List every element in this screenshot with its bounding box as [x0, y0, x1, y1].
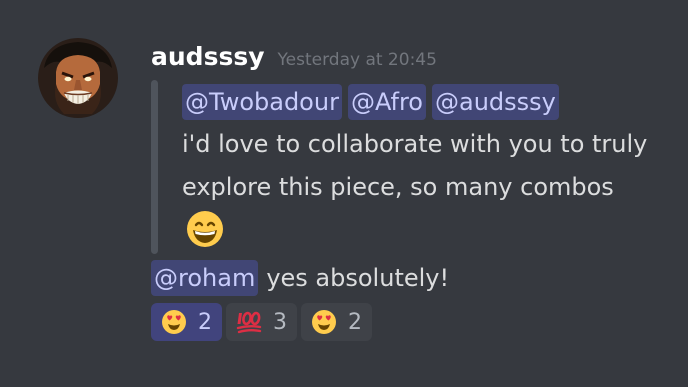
reaction-count: 3	[273, 309, 287, 335]
blockquote-bar	[151, 80, 158, 254]
blockquote: @Twobadour @Afro @audsssy i'd love to co…	[182, 80, 652, 254]
mention-list: @Twobadour @Afro @audsssy	[182, 80, 652, 123]
mention-audsssy[interactable]: @audsssy	[431, 83, 559, 120]
quote-text-block: i'd love to collaborate with you to trul…	[182, 123, 652, 254]
reaction-heart-eyes-1[interactable]: 2	[151, 303, 222, 341]
message-header: audsssy Yesterday at 20:45	[151, 42, 437, 78]
mention-roham[interactable]: @roham	[151, 259, 259, 296]
user-avatar[interactable]	[38, 38, 118, 118]
timestamp[interactable]: Yesterday at 20:45	[278, 50, 437, 70]
quote-text: i'd love to collaborate with you to trul…	[182, 130, 648, 201]
mention-twobadour[interactable]: @Twobadour	[182, 83, 342, 120]
reaction-hundred[interactable]: 3	[226, 303, 297, 341]
grinning-face-emoji-icon[interactable]	[185, 209, 225, 249]
reply-text: yes absolutely!	[266, 263, 450, 292]
chat-message: audsssy Yesterday at 20:45 @Twobadour @A…	[0, 0, 688, 387]
mention-afro[interactable]: @Afro	[347, 83, 426, 120]
reply-line: @roham yes absolutely!	[151, 256, 449, 299]
username[interactable]: audsssy	[151, 42, 265, 71]
avatar-image	[38, 38, 118, 118]
reaction-count: 2	[198, 309, 212, 335]
heart-eyes-emoji-icon	[162, 310, 186, 334]
heart-eyes-emoji-icon	[312, 310, 336, 334]
hundred-points-emoji-icon	[236, 311, 262, 334]
reaction-bar: 2 3 2	[151, 303, 372, 341]
reaction-count: 2	[348, 309, 362, 335]
reaction-heart-eyes-2[interactable]: 2	[301, 303, 372, 341]
